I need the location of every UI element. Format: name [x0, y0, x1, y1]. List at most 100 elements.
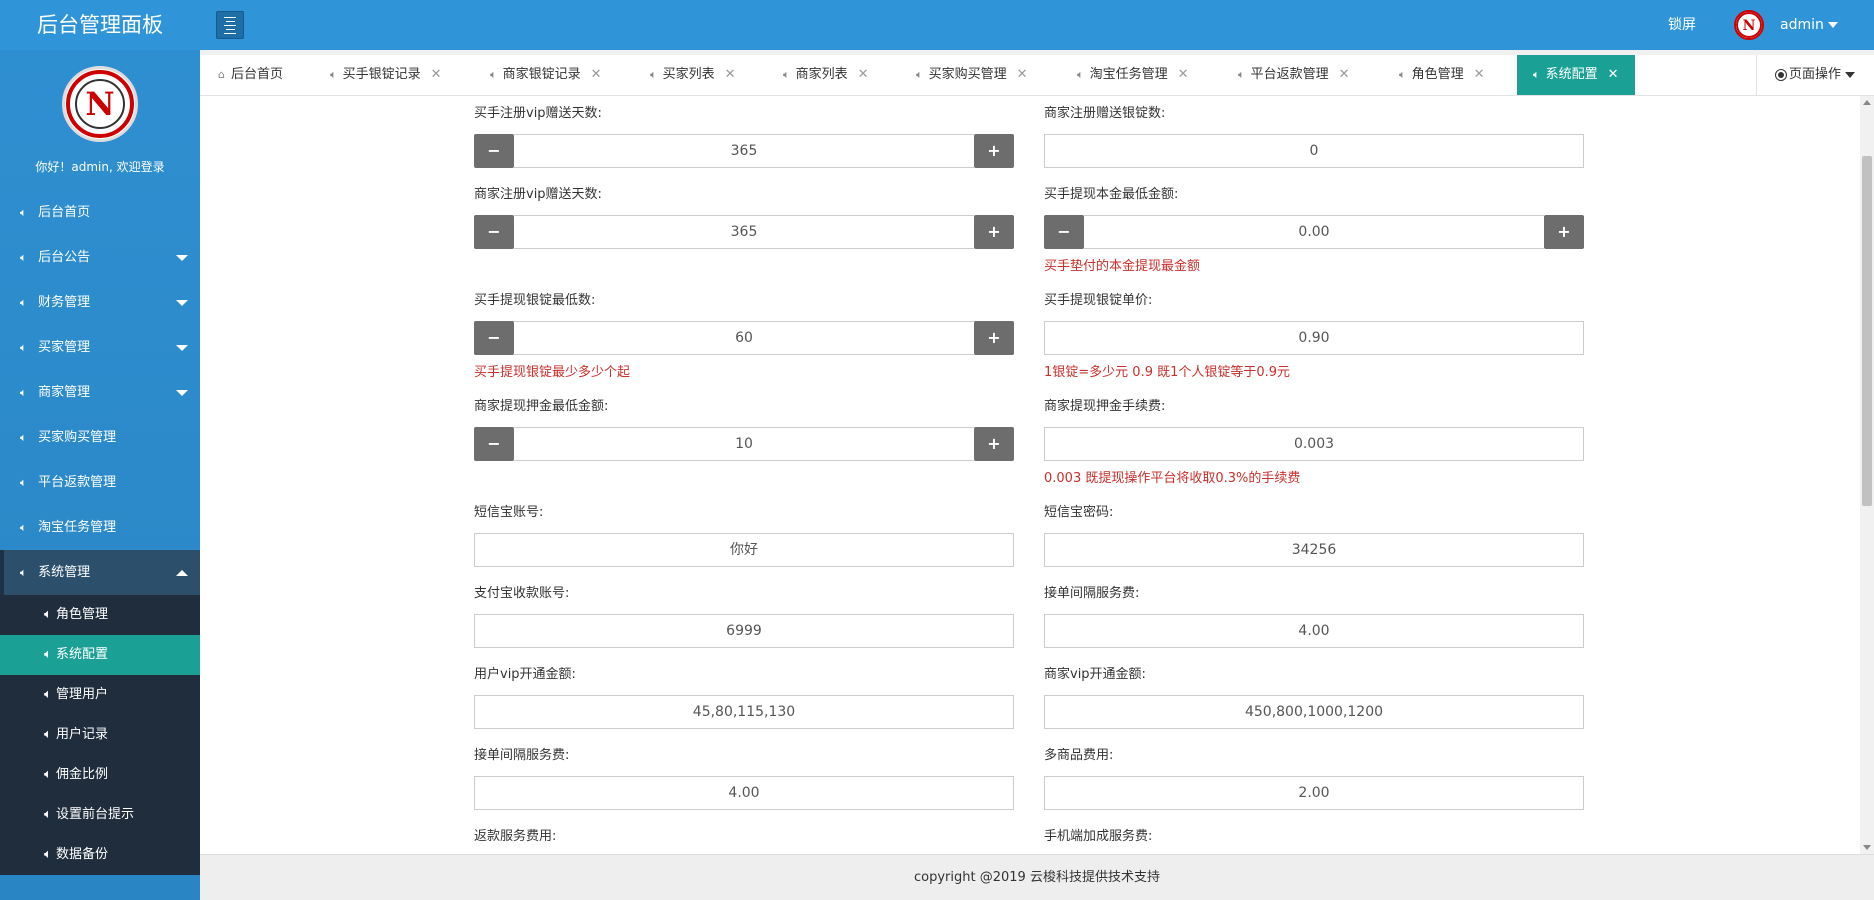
sidebar-item-refunds[interactable]: 🔈︎ 平台返款管理 [0, 460, 200, 505]
close-icon[interactable]: ✕ [1474, 67, 1485, 82]
close-icon[interactable]: ✕ [431, 67, 442, 82]
close-icon[interactable]: ✕ [591, 67, 602, 82]
sidebar-item-system[interactable]: 🔈︎ 系统管理 [0, 550, 200, 595]
field-order-interval-fee-2: 接单间隔服务费: 4.00 [474, 746, 1014, 810]
field-mobile-fee: 手机端加成服务费: [1044, 827, 1584, 847]
field-merchant-reg-ingots: 商家注册赠送银锭数: 0 [1044, 104, 1584, 168]
speaker-icon: 🔈︎ [20, 566, 27, 579]
merchant-min-deposit-stepper: − 10 + [474, 427, 1014, 461]
tab-taobao-tasks[interactable]: 🔈︎ 淘宝任务管理 ✕ [1077, 55, 1189, 95]
chevron-down-icon [176, 255, 188, 261]
sms-account-input[interactable]: 你好 [474, 533, 1014, 567]
merchant-vip-days-input[interactable]: 365 [514, 215, 974, 249]
speaker-icon: 🔈︎ [916, 68, 923, 81]
scrollbar-thumb[interactable] [1862, 156, 1872, 506]
field-label: 支付宝收款账号: [474, 586, 570, 601]
speaker-icon: 🔈︎ [1533, 68, 1540, 81]
decrement-button[interactable]: − [474, 321, 514, 355]
site-logo: N [62, 66, 138, 142]
tab-roles[interactable]: 🔈︎ 角色管理 ✕ [1399, 55, 1485, 95]
alipay-account-input[interactable]: 6999 [474, 614, 1014, 648]
sidebar-item-home[interactable]: 🔈︎ 后台首页 [0, 190, 200, 235]
increment-button[interactable]: + [974, 321, 1014, 355]
tab-buyer-ingot-records[interactable]: 🔈︎ 买手银锭记录 ✕ [330, 55, 442, 95]
field-multi-goods-fee: 多商品费用: 2.00 [1044, 746, 1584, 810]
sidebar-subitem-system-config[interactable]: 🔈︎ 系统配置 [0, 635, 200, 675]
footer-copyright: copyright @2019 云梭科技提供技术支持 [200, 854, 1874, 900]
tab-system-config[interactable]: 🔈︎ 系统配置 ✕ [1517, 55, 1635, 95]
tab-buyer-list[interactable]: 🔈︎ 买家列表 ✕ [650, 55, 736, 95]
scroll-down-icon[interactable] [1863, 845, 1871, 850]
close-icon[interactable]: ✕ [1017, 67, 1028, 82]
speaker-icon: 🔈︎ [20, 296, 27, 309]
sidebar-item-buyers[interactable]: 🔈︎ 买家管理 [0, 325, 200, 370]
merchant-deposit-fee-input[interactable]: 0.003 [1044, 427, 1584, 461]
content-scrollbar[interactable] [1860, 96, 1874, 854]
caret-down-icon [1827, 22, 1838, 28]
help-text: 1银锭=多少元 0.9 既1个人银锭等于0.9元 [1044, 365, 1291, 380]
decrement-button[interactable]: − [474, 427, 514, 461]
sidebar-subitem-backup[interactable]: 🔈︎ 数据备份 [0, 835, 200, 875]
speaker-icon: 🔈︎ [490, 68, 497, 81]
speaker-icon: 🔈︎ [44, 807, 52, 822]
close-icon[interactable]: ✕ [725, 67, 736, 82]
scroll-up-icon[interactable] [1863, 100, 1871, 105]
user-menu[interactable]: admin [1780, 0, 1838, 50]
increment-button[interactable]: + [974, 134, 1014, 168]
buyer-min-ingots-input[interactable]: 60 [514, 321, 974, 355]
decrement-button[interactable]: − [1044, 215, 1084, 249]
increment-button[interactable]: + [974, 427, 1014, 461]
field-buyer-vip-days: 买手注册vip赠送天数: − 365 + [474, 104, 1014, 168]
field-merchant-vip-price: 商家vip开通金额: 450,800,1000,1200 [1044, 665, 1584, 729]
close-icon[interactable]: ✕ [858, 67, 869, 82]
speaker-icon: 🔈︎ [1077, 68, 1084, 81]
tab-bar: ⌂ 后台首页 🔈︎ 买手银锭记录 ✕ 🔈︎ 商家银锭记录 ✕ 🔈︎ 买家列表 ✕ 🔈︎ 商家列表… [200, 55, 1874, 96]
order-interval-fee-2-input[interactable]: 4.00 [474, 776, 1014, 810]
home-icon: ⌂ [218, 68, 225, 81]
field-alipay-account: 支付宝收款账号: 6999 [474, 584, 1014, 648]
decrement-button[interactable]: − [474, 215, 514, 249]
speaker-icon: 🔈︎ [20, 206, 27, 219]
menu-toggle-button[interactable] [216, 11, 244, 39]
increment-button[interactable]: + [1544, 215, 1584, 249]
speaker-icon: 🔈︎ [20, 251, 27, 264]
sidebar-item-finance[interactable]: 🔈︎ 财务管理 [0, 280, 200, 325]
tab-merchant-list[interactable]: 🔈︎ 商家列表 ✕ [783, 55, 869, 95]
close-icon[interactable]: ✕ [1178, 67, 1189, 82]
buyer-ingot-price-input[interactable]: 0.90 [1044, 321, 1584, 355]
tab-refunds[interactable]: 🔈︎ 平台返款管理 ✕ [1238, 55, 1350, 95]
sidebar-subitem-admin-users[interactable]: 🔈︎ 管理用户 [0, 675, 200, 715]
buyer-min-principal-input[interactable]: 0.00 [1084, 215, 1544, 249]
sidebar-subitem-frontend-tips[interactable]: 🔈︎ 设置前台提示 [0, 795, 200, 835]
sidebar-item-taobao-tasks[interactable]: 🔈︎ 淘宝任务管理 [0, 505, 200, 550]
sms-password-input[interactable]: 34256 [1044, 533, 1584, 567]
speaker-icon: 🔈︎ [44, 647, 52, 662]
multi-goods-fee-input[interactable]: 2.00 [1044, 776, 1584, 810]
close-icon[interactable]: ✕ [1608, 67, 1619, 82]
increment-button[interactable]: + [974, 215, 1014, 249]
speaker-icon: 🔈︎ [20, 476, 27, 489]
sidebar-subitem-user-logs[interactable]: 🔈︎ 用户记录 [0, 715, 200, 755]
close-icon[interactable]: ✕ [1339, 67, 1350, 82]
decrement-button[interactable]: − [474, 134, 514, 168]
tab-buyer-purchase[interactable]: 🔈︎ 买家购买管理 ✕ [916, 55, 1028, 95]
sidebar-item-buyer-purchase[interactable]: 🔈︎ 买家购买管理 [0, 415, 200, 460]
sidebar-item-notice[interactable]: 🔈︎ 后台公告 [0, 235, 200, 280]
order-interval-fee-input[interactable]: 4.00 [1044, 614, 1584, 648]
merchant-min-deposit-input[interactable]: 10 [514, 427, 974, 461]
sidebar-subitem-roles[interactable]: 🔈︎ 角色管理 [0, 595, 200, 635]
merchant-vip-price-input[interactable]: 450,800,1000,1200 [1044, 695, 1584, 729]
sidebar-nav: 🔈︎ 后台首页 🔈︎ 后台公告 🔈︎ 财务管理 🔈︎ 买家管理 🔈︎ 商家管理 … [0, 190, 200, 875]
sidebar-item-merchants[interactable]: 🔈︎ 商家管理 [0, 370, 200, 415]
user-vip-price-input[interactable]: 45,80,115,130 [474, 695, 1014, 729]
merchant-reg-ingots-input[interactable]: 0 [1044, 134, 1584, 168]
sidebar-subitem-commission[interactable]: 🔈︎ 佣金比例 [0, 755, 200, 795]
tab-home[interactable]: ⌂ 后台首页 [218, 55, 283, 95]
buyer-vip-days-input[interactable]: 365 [514, 134, 974, 168]
field-label: 用户vip开通金额: [474, 667, 576, 682]
brand-title: 后台管理面板 [37, 13, 163, 37]
lock-screen-button[interactable]: 锁屏 [1668, 0, 1696, 50]
page-operations-dropdown[interactable]: 页面操作 [1756, 55, 1874, 95]
avatar[interactable]: N [1734, 10, 1764, 40]
tab-merchant-ingot-records[interactable]: 🔈︎ 商家银锭记录 ✕ [490, 55, 602, 95]
